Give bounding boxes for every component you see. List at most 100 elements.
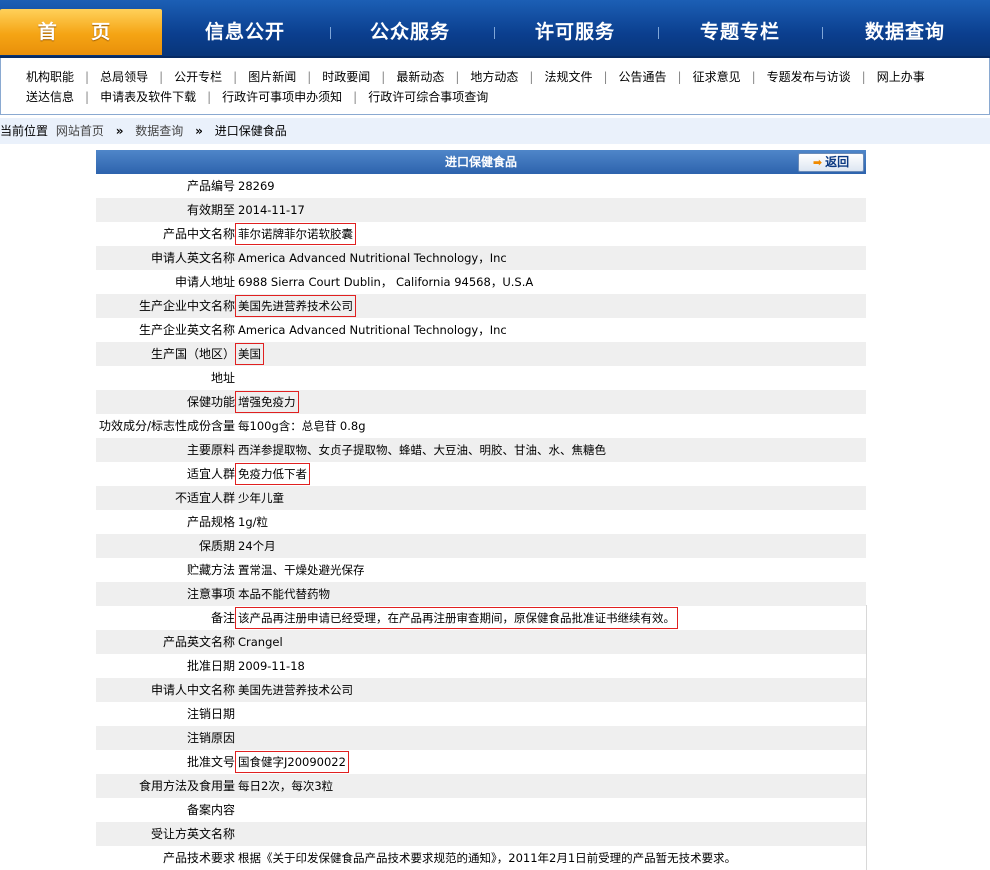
table-row: 不适宜人群 少年儿童 bbox=[96, 486, 866, 510]
main-nav: 首 页 信息公开 公众服务 许可服务 专题专栏 数据查询 bbox=[0, 0, 990, 58]
field-label: 备注 bbox=[210, 611, 235, 625]
breadcrumb-separator: » bbox=[115, 124, 124, 138]
field-value: 少年儿童 bbox=[238, 491, 284, 505]
sub-nav-link[interactable]: 网上办事 bbox=[877, 70, 925, 84]
sub-nav-link[interactable]: 公告通告 bbox=[619, 70, 667, 84]
field-value: 美国 bbox=[235, 343, 264, 365]
breadcrumb-separator: » bbox=[195, 124, 203, 138]
sub-nav-link[interactable]: 最新动态 bbox=[396, 70, 444, 84]
field-value: 2014-11-17 bbox=[238, 203, 305, 217]
field-value: 增强免疫力 bbox=[235, 391, 299, 413]
sub-nav-row: 送达信息 | 申请表及软件下载 | 行政许可事项申办须知 | 行政许可综合事项查询 bbox=[26, 87, 488, 107]
table-row: 地址 bbox=[96, 366, 866, 390]
field-label: 保质期 bbox=[198, 539, 235, 553]
field-value: 6988 Sierra Court Dublin， California 945… bbox=[238, 275, 534, 289]
sub-nav-link[interactable]: 机构职能 bbox=[26, 70, 74, 84]
sub-nav-link[interactable]: 法规文件 bbox=[544, 70, 592, 84]
sub-nav-link[interactable]: 专题发布与访谈 bbox=[767, 70, 851, 84]
sub-nav-divider: | bbox=[529, 70, 534, 84]
sub-nav-link[interactable]: 送达信息 bbox=[26, 90, 74, 104]
field-label: 适宜人群 bbox=[186, 467, 235, 481]
nav-item-info-public[interactable]: 信息公开 bbox=[180, 9, 310, 55]
field-label: 注销日期 bbox=[186, 707, 235, 721]
field-label: 产品规格 bbox=[186, 515, 235, 529]
nav-item-special-topics[interactable]: 专题专栏 bbox=[675, 9, 805, 55]
field-label: 产品编号 bbox=[186, 179, 235, 193]
table-row: 产品规格 1g/粒 bbox=[96, 510, 866, 534]
sub-nav-link[interactable]: 地方动态 bbox=[470, 70, 518, 84]
field-value: 国食健字J20090022 bbox=[235, 751, 349, 773]
table-row: 产品中文名称 菲尔诺牌菲尔诺软胶囊 bbox=[96, 222, 866, 246]
nav-divider bbox=[330, 27, 331, 39]
field-value: 美国先进营养技术公司 bbox=[238, 683, 353, 697]
field-label: 注销原因 bbox=[186, 731, 235, 745]
nav-item-license-service[interactable]: 许可服务 bbox=[510, 9, 640, 55]
detail-header: 进口保健食品 ➡ 返回 bbox=[96, 150, 866, 174]
sub-nav-link[interactable]: 公开专栏 bbox=[174, 70, 222, 84]
breadcrumb-label: 当前位置 bbox=[0, 124, 49, 138]
table-row: 注销日期 bbox=[96, 702, 866, 726]
field-value: 28269 bbox=[238, 179, 275, 193]
field-label: 主要原料 bbox=[186, 443, 235, 457]
table-row: 申请人英文名称 America Advanced Nutritional Tech… bbox=[96, 246, 866, 270]
sub-nav-link[interactable]: 申请表及软件下载 bbox=[100, 90, 196, 104]
nav-item-home[interactable]: 首 页 bbox=[0, 9, 162, 55]
field-value: 24个月 bbox=[238, 539, 276, 553]
field-label: 生产企业英文名称 bbox=[138, 323, 235, 337]
detail-rows: 产品编号 28269 有效期至 2014-11-17 产品中文名称 菲尔诺牌菲尔诺软胶囊申… bbox=[96, 174, 866, 870]
detail-title: 进口保健食品 bbox=[444, 155, 517, 169]
sub-nav-divider: | bbox=[603, 70, 608, 84]
sub-nav: 机构职能 | 总局领导 | 公开专栏 | 图片新闻 | 时政要闻 | 最新动态 | 地方动态 | 法规文件 |… bbox=[0, 58, 990, 115]
nav-divider bbox=[494, 27, 495, 39]
field-value: America Advanced Nutritional Technology，… bbox=[238, 323, 507, 337]
sub-nav-link[interactable]: 征求意见 bbox=[693, 70, 741, 84]
nav-item-public-service[interactable]: 公众服务 bbox=[345, 9, 475, 55]
table-row: 批准文号 国食健字J20090022 bbox=[96, 750, 866, 774]
sub-nav-divider: | bbox=[85, 90, 90, 104]
sub-nav-divider: | bbox=[455, 70, 460, 84]
table-row: 产品英文名称 Crangel bbox=[96, 630, 866, 654]
nav-divider bbox=[822, 27, 823, 39]
field-value: 1g/粒 bbox=[238, 515, 268, 529]
field-label: 受让方英文名称 bbox=[150, 827, 235, 841]
table-row: 贮藏方法 置常温、干燥处避光保存 bbox=[96, 558, 866, 582]
sub-nav-divider: | bbox=[85, 70, 90, 84]
breadcrumb-home-link[interactable]: 网站首页 bbox=[56, 124, 104, 138]
sub-nav-link[interactable]: 行政许可事项申办须知 bbox=[222, 90, 342, 104]
field-label: 有效期至 bbox=[186, 203, 235, 217]
field-value: 西洋参提取物、女贞子提取物、蜂蜡、大豆油、明胶、甘油、水、焦糖色 bbox=[238, 443, 606, 457]
field-value: 免疫力低下者 bbox=[235, 463, 310, 485]
field-label: 批准日期 bbox=[186, 659, 235, 673]
sub-nav-divider: | bbox=[207, 90, 212, 104]
field-label: 贮藏方法 bbox=[186, 563, 235, 577]
table-row: 主要原料 西洋参提取物、女贞子提取物、蜂蜡、大豆油、明胶、甘油、水、焦糖色 bbox=[96, 438, 866, 462]
table-row: 保质期 24个月 bbox=[96, 534, 866, 558]
table-row: 功效成分/标志性成份含量 每100g含：总皂苷 0.8g bbox=[96, 414, 866, 438]
field-value: America Advanced Nutritional Technology，… bbox=[238, 251, 507, 265]
field-value: 本品不能代替药物 bbox=[238, 587, 330, 601]
field-label: 产品技术要求 bbox=[162, 851, 235, 865]
field-value: 每日2次，每次3粒 bbox=[238, 779, 334, 793]
field-label: 食用方法及食用量 bbox=[138, 779, 235, 793]
back-button[interactable]: ➡ 返回 bbox=[798, 153, 864, 172]
sub-nav-divider: | bbox=[751, 70, 756, 84]
sub-nav-link[interactable]: 行政许可综合事项查询 bbox=[368, 90, 488, 104]
table-row: 适宜人群 免疫力低下者 bbox=[96, 462, 866, 486]
table-row: 备案内容 bbox=[96, 798, 866, 822]
field-value: 菲尔诺牌菲尔诺软胶囊 bbox=[235, 223, 356, 245]
sub-nav-link[interactable]: 图片新闻 bbox=[248, 70, 296, 84]
breadcrumb-data-query-link[interactable]: 数据查询 bbox=[135, 124, 183, 138]
table-row: 备注 该产品再注册申请已经受理，在产品再注册审查期间，原保健食品批准证书继续有效。 bbox=[96, 606, 866, 630]
field-value: 每100g含：总皂苷 0.8g bbox=[238, 419, 366, 433]
nav-item-data-query[interactable]: 数据查询 bbox=[840, 9, 970, 55]
table-row: 批准日期 2009-11-18 bbox=[96, 654, 866, 678]
table-row: 申请人中文名称 美国先进营养技术公司 bbox=[96, 678, 866, 702]
field-label: 备案内容 bbox=[186, 803, 235, 817]
sub-nav-link[interactable]: 总局领导 bbox=[100, 70, 148, 84]
table-row: 有效期至 2014-11-17 bbox=[96, 198, 866, 222]
field-label: 保健功能 bbox=[186, 395, 235, 409]
field-value: 美国先进营养技术公司 bbox=[235, 295, 356, 317]
table-row: 受让方英文名称 bbox=[96, 822, 866, 846]
sub-nav-link[interactable]: 时政要闻 bbox=[322, 70, 370, 84]
table-row: 生产国（地区） 美国 bbox=[96, 342, 866, 366]
